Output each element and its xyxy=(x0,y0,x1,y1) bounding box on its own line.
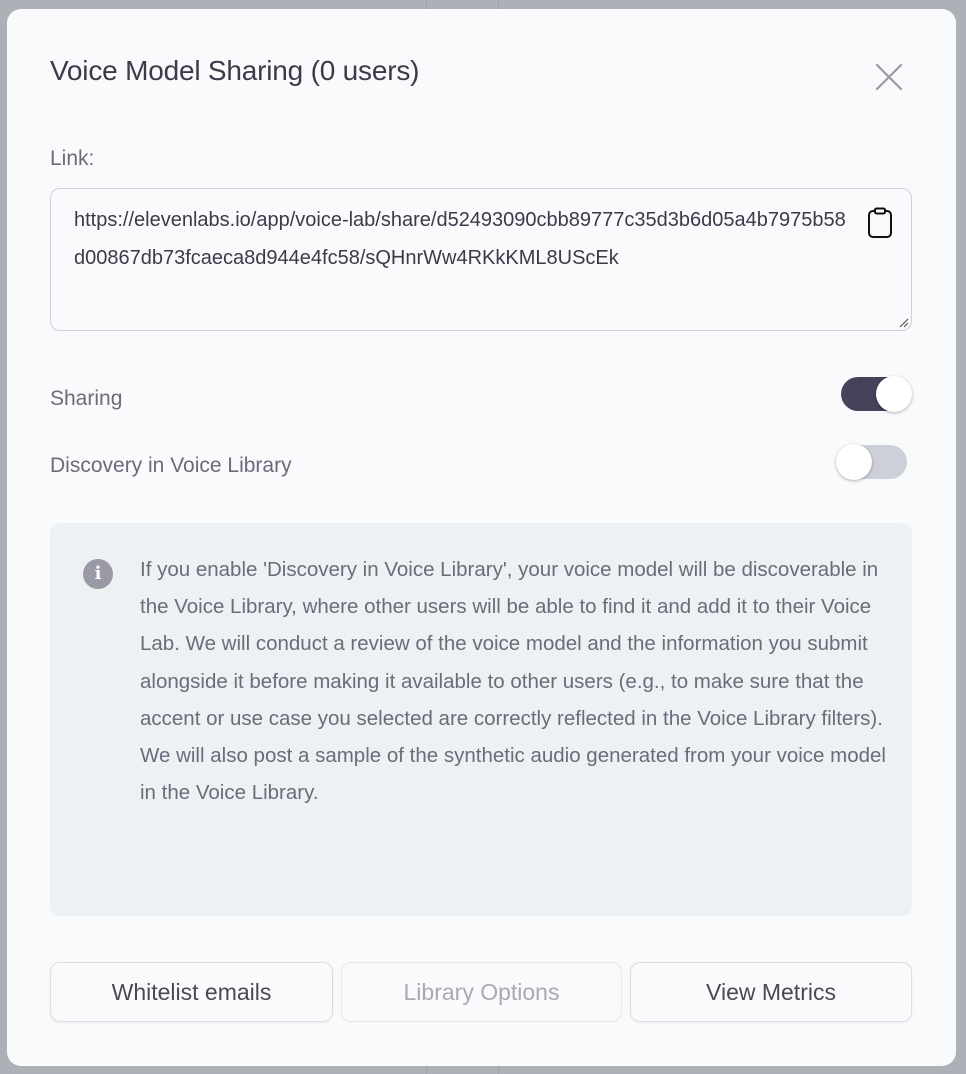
info-icon: i xyxy=(83,559,113,589)
toggle-knob xyxy=(836,444,872,480)
share-link-textarea[interactable]: https://elevenlabs.io/app/voice-lab/shar… xyxy=(50,188,912,331)
clipboard-icon xyxy=(868,207,892,238)
info-box: i If you enable 'Discovery in Voice Libr… xyxy=(50,523,912,916)
sharing-toggle[interactable] xyxy=(841,376,912,412)
info-text: If you enable 'Discovery in Voice Librar… xyxy=(140,558,886,805)
discovery-label: Discovery in Voice Library xyxy=(50,454,292,477)
discovery-toggle[interactable] xyxy=(836,444,907,480)
copy-button[interactable] xyxy=(867,207,893,239)
share-link-text: https://elevenlabs.io/app/voice-lab/shar… xyxy=(74,209,846,269)
close-button[interactable] xyxy=(873,61,905,93)
resize-handle-icon[interactable] xyxy=(897,316,909,328)
toggle-knob xyxy=(876,376,912,412)
close-icon xyxy=(875,63,903,91)
modal-title: Voice Model Sharing (0 users) xyxy=(50,55,420,86)
view-metrics-button[interactable]: View Metrics xyxy=(630,962,912,1022)
library-options-button[interactable]: Library Options xyxy=(341,962,622,1022)
sharing-label: Sharing xyxy=(50,387,123,410)
whitelist-emails-button[interactable]: Whitelist emails xyxy=(50,962,333,1022)
voice-sharing-modal: Voice Model Sharing (0 users) Link: http… xyxy=(7,9,956,1066)
link-label: Link: xyxy=(50,147,95,170)
